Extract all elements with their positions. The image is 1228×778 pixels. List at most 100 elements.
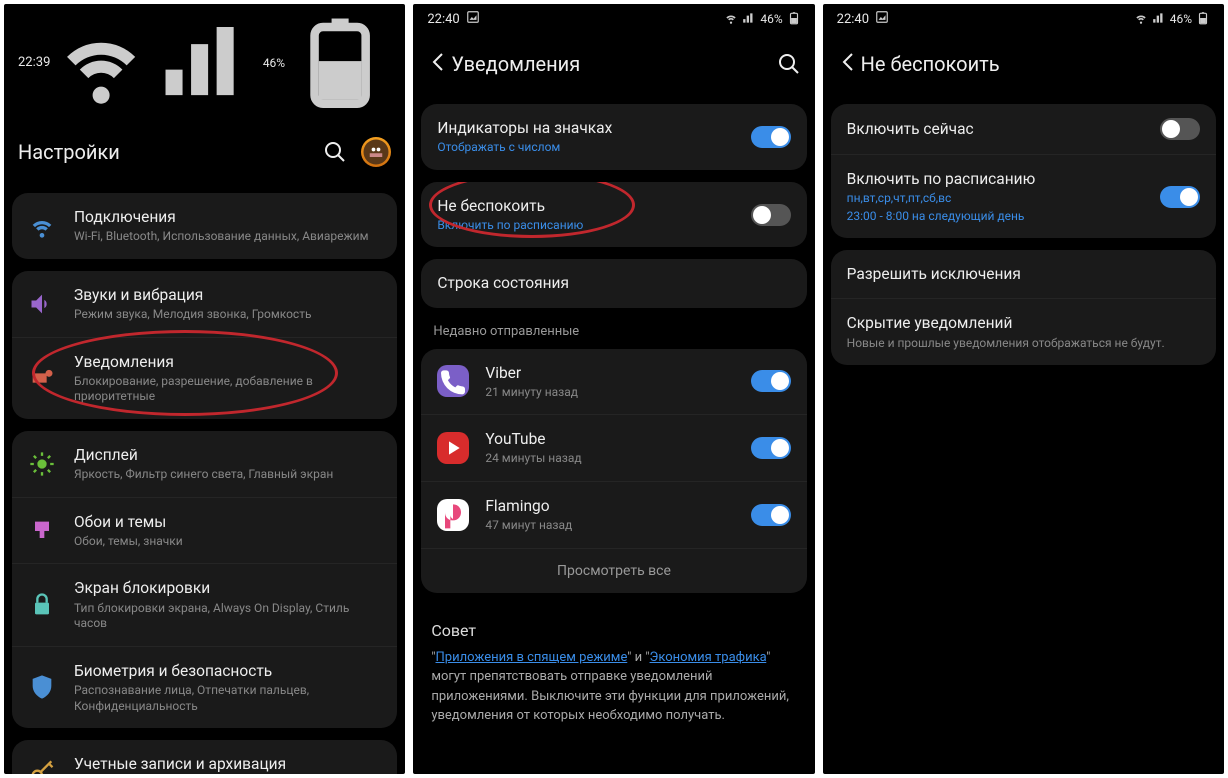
row-subtitle: Распознавание лица, Отпечатки пальцев, К… bbox=[74, 683, 381, 714]
status-bar: 22:40 46% bbox=[823, 4, 1224, 32]
row-title: Включить по расписанию bbox=[847, 169, 1150, 189]
app-name: Flamingo bbox=[485, 496, 740, 516]
schedule-days: пн,вт,ср,чт,пт,сб,вс bbox=[847, 191, 1150, 207]
app-row-viber[interactable]: Viber 21 минуту назад bbox=[421, 349, 806, 416]
search-icon[interactable] bbox=[323, 140, 347, 164]
clock: 22:40 bbox=[427, 12, 459, 27]
row-hide[interactable]: Скрытие уведомленийНовые и прошлые уведо… bbox=[831, 299, 1216, 365]
row-title: Обои и темы bbox=[74, 512, 381, 532]
app-time: 21 минуту назад bbox=[485, 385, 740, 401]
app-time: 24 минуты назад bbox=[485, 451, 740, 467]
image-icon bbox=[875, 10, 889, 28]
app-name: YouTube bbox=[485, 429, 740, 449]
app-time: 47 минут назад bbox=[485, 518, 740, 534]
image-icon bbox=[466, 10, 480, 28]
row-lockscreen[interactable]: Экран блокировки Тип блокировки экрана, A… bbox=[12, 564, 397, 646]
flamingo-icon bbox=[437, 499, 469, 531]
schedule-time: 23:00 - 8:00 на следующий день bbox=[847, 209, 1150, 225]
row-title: Скрытие уведомлений bbox=[847, 313, 1200, 333]
clock: 22:40 bbox=[837, 12, 869, 27]
row-enable-now[interactable]: Включить сейчас bbox=[831, 104, 1216, 155]
key-icon bbox=[28, 759, 56, 774]
status-bar: 22:39 46% bbox=[4, 4, 405, 119]
row-notifications[interactable]: УведомленияБлокирование, разрешение, доб… bbox=[12, 338, 397, 419]
clock: 22:39 bbox=[18, 55, 50, 70]
toggle-badges[interactable] bbox=[751, 126, 791, 148]
toggle-schedule[interactable] bbox=[1160, 186, 1200, 208]
tip-link-datasaver[interactable]: Экономия трафика bbox=[650, 650, 767, 665]
app-row-youtube[interactable]: YouTube 24 минуты назад bbox=[421, 415, 806, 482]
row-exceptions[interactable]: Разрешить исключения bbox=[831, 250, 1216, 299]
row-connections[interactable]: ПодключенияWi-Fi, Bluetooth, Использован… bbox=[12, 193, 397, 259]
toggle-app[interactable] bbox=[751, 437, 791, 459]
row-title: Биометрия и безопасность bbox=[74, 661, 381, 681]
see-all-link[interactable]: Просмотреть все bbox=[421, 549, 806, 593]
header: Не беспокоить bbox=[823, 32, 1224, 104]
tip-link-sleeping[interactable]: Приложения в спящем режиме bbox=[436, 650, 628, 665]
app-name: Viber bbox=[485, 363, 740, 383]
toggle-enable-now[interactable] bbox=[1160, 118, 1200, 140]
page-title: Уведомления bbox=[451, 52, 776, 76]
row-subtitle: Wi-Fi, Bluetooth, Использование данных, … bbox=[74, 229, 381, 245]
row-sounds[interactable]: Звуки и вибрацияРежим звука, Мелодия зво… bbox=[12, 271, 397, 338]
row-subtitle: Обои, темы, значки bbox=[74, 534, 381, 550]
back-icon[interactable] bbox=[427, 50, 451, 78]
row-subtitle: Отображать с числом bbox=[437, 140, 740, 156]
row-display[interactable]: ДисплейЯркость, Фильтр синего света, Гла… bbox=[12, 431, 397, 498]
row-dnd[interactable]: Не беспокоитьВключить по расписанию bbox=[421, 182, 806, 248]
tip-body: "Приложения в спящем режиме" и "Экономия… bbox=[431, 648, 796, 726]
page-title: Не беспокоить bbox=[861, 52, 1210, 76]
tip-text-mid: " и " bbox=[627, 650, 649, 665]
row-subtitle: Яркость, Фильтр синего света, Главный эк… bbox=[74, 467, 381, 483]
row-subtitle: Блокирование, разрешение, добавление в п… bbox=[74, 374, 381, 405]
page-title: Настройки bbox=[18, 140, 323, 164]
tip-box: Совет "Приложения в спящем режиме" и "Эк… bbox=[413, 605, 814, 742]
row-accounts[interactable]: Учетные записи и архивацияSamsung Cloud,… bbox=[12, 740, 397, 774]
row-title: Разрешить исключения bbox=[847, 264, 1200, 284]
row-schedule[interactable]: Включить по расписанию пн,вт,ср,чт,пт,сб… bbox=[831, 155, 1216, 238]
header: Настройки bbox=[4, 119, 405, 193]
signal-icon bbox=[742, 11, 756, 28]
back-icon[interactable] bbox=[837, 50, 861, 78]
wifi-icon bbox=[1134, 11, 1148, 28]
row-title: Экран блокировки bbox=[74, 578, 381, 598]
battery-text: 46% bbox=[1170, 12, 1192, 26]
toggle-app[interactable] bbox=[751, 370, 791, 392]
toggle-dnd[interactable] bbox=[751, 204, 791, 226]
app-row-flamingo[interactable]: Flamingo 47 минут назад bbox=[421, 482, 806, 549]
status-bar: 22:40 46% bbox=[413, 4, 814, 32]
row-title: Строка состояния bbox=[437, 273, 790, 293]
battery-text: 46% bbox=[760, 12, 782, 26]
header: Уведомления bbox=[413, 32, 814, 104]
wifi-icon bbox=[724, 11, 738, 28]
tip-title: Совет bbox=[431, 621, 796, 640]
avatar[interactable] bbox=[361, 137, 391, 167]
toggle-app[interactable] bbox=[751, 504, 791, 526]
phone-dnd: 22:40 46% Не беспокоить Включить сейчас … bbox=[823, 4, 1224, 774]
row-subtitle: Режим звука, Мелодия звонка, Громкость bbox=[74, 307, 381, 323]
row-subtitle: Тип блокировки экрана, Always On Display… bbox=[74, 601, 381, 632]
notification-icon bbox=[28, 364, 56, 392]
battery-text: 46% bbox=[263, 56, 285, 70]
battery-icon bbox=[1196, 11, 1210, 28]
row-title: Индикаторы на значках bbox=[437, 118, 740, 138]
row-title: Не беспокоить bbox=[437, 196, 740, 216]
battery-icon bbox=[289, 10, 391, 115]
signal-icon bbox=[1152, 11, 1166, 28]
search-icon[interactable] bbox=[777, 52, 801, 76]
signal-icon bbox=[157, 10, 259, 115]
wifi-icon bbox=[28, 212, 56, 240]
row-statusbar[interactable]: Строка состояния bbox=[421, 259, 806, 307]
battery-icon bbox=[787, 11, 801, 28]
row-badges[interactable]: Индикаторы на значках Отображать с числом bbox=[421, 104, 806, 170]
viber-icon bbox=[437, 365, 469, 397]
row-title: Включить сейчас bbox=[847, 119, 1150, 139]
speaker-icon bbox=[28, 290, 56, 318]
wifi-icon bbox=[50, 10, 152, 115]
row-title: Учетные записи и архивация bbox=[74, 754, 381, 774]
recent-label: Недавно отправленные bbox=[413, 320, 814, 349]
row-wallpaper[interactable]: Обои и темы Обои, темы, значки bbox=[12, 498, 397, 565]
shield-icon bbox=[28, 673, 56, 701]
row-biometrics[interactable]: Биометрия и безопасностьРаспознавание ли… bbox=[12, 647, 397, 728]
sun-icon bbox=[28, 450, 56, 478]
